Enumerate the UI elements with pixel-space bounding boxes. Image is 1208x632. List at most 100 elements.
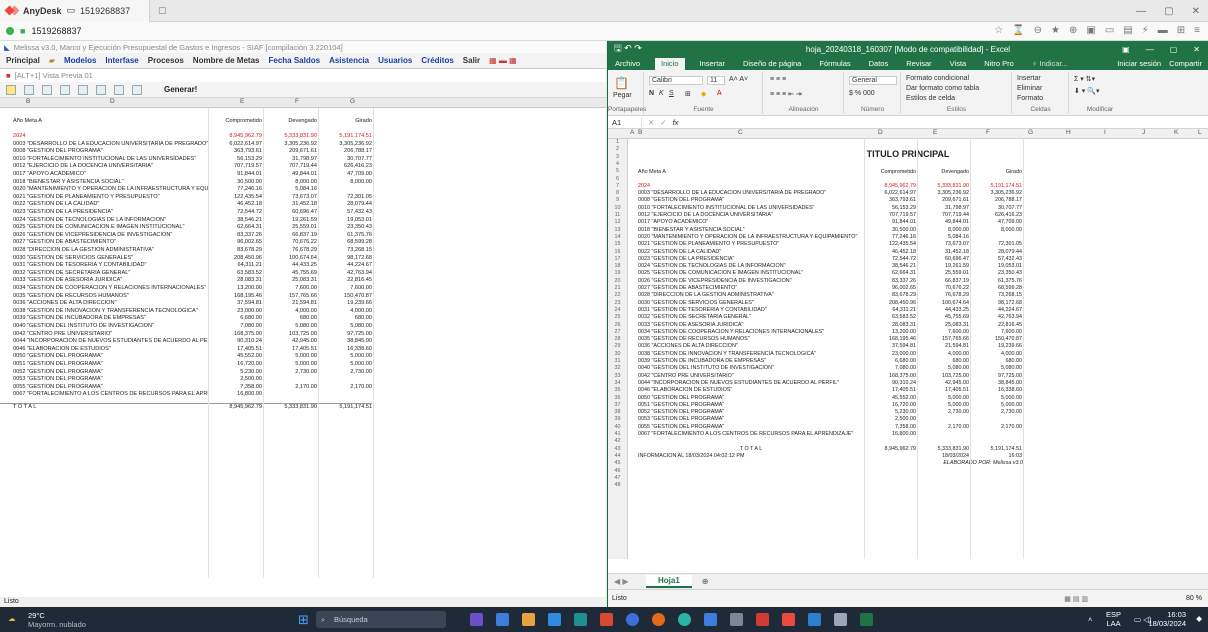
view-normal-icon[interactable]: ▦ ▤ ▥	[1064, 595, 1088, 603]
taskbar-app-icon[interactable]	[756, 613, 769, 626]
zoom-level[interactable]: 80 %	[1186, 595, 1202, 602]
taskbar-app-icon[interactable]	[496, 613, 509, 626]
menu-salir[interactable]: Salir	[463, 56, 480, 65]
fill-color-icon[interactable]: ◆	[701, 90, 706, 98]
taskbar-search[interactable]: ⌕ Búsqueda	[316, 611, 446, 628]
table-row[interactable]: 0038 "GESTION DE INNOVACION Y TRANSFEREN…	[608, 351, 1208, 358]
col-header[interactable]: G	[1028, 129, 1033, 136]
notification-icon[interactable]: ◆	[1196, 614, 1202, 623]
table-row[interactable]: 0028 "DIRECCION DE LA GESTION ADMINISTRA…	[608, 292, 1208, 299]
menu-icon[interactable]: ≡	[1194, 25, 1200, 36]
weather-widget[interactable]: 29°C Mayorm. nublado	[28, 611, 86, 629]
table-row[interactable]: 0044 "INCORPORACION DE NUEVOS ESTUDIANTE…	[608, 380, 1208, 387]
table-row[interactable]: 0031 "GESTION DE TESORERIA Y CONTABILIDA…	[608, 307, 1208, 314]
col-header[interactable]: J	[1142, 129, 1145, 136]
share-button[interactable]: Compartir	[1169, 59, 1202, 68]
table-row[interactable]: 0051 "GESTION DEL PROGRAMA" 16,720.00 5,00…	[608, 402, 1208, 409]
paste-icon[interactable]: 📋	[614, 76, 629, 90]
ribbon-display-icon[interactable]: ▣	[1122, 45, 1130, 54]
table-row[interactable]: 0042 "CENTRO PRE UNIVERSITARIO" 168,375.0…	[608, 373, 1208, 380]
menu-nombre-metas[interactable]: Nombre de Metas	[193, 56, 260, 65]
tray-lang[interactable]: ESP LAA	[1106, 610, 1121, 628]
menu-creditos[interactable]: Créditos	[421, 56, 453, 65]
table-row[interactable]: 0040 "GESTION DEL INSTITUTO DE INVESTIGA…	[608, 365, 1208, 372]
taskbar-app-icon[interactable]	[574, 613, 587, 626]
copy-icon[interactable]	[60, 84, 70, 95]
table-row[interactable]: 0020 "MANTENIMIENTO Y OPERACION DE LA IN…	[608, 234, 1208, 241]
taskbar-app-icon[interactable]	[548, 613, 561, 626]
sheet-nav-icon[interactable]: ◀ ▶	[614, 577, 629, 586]
col-header[interactable]: A	[630, 129, 634, 136]
table-row[interactable]: 0030 "GESTION DE SERVICIOS GENERALES" 208…	[608, 300, 1208, 307]
font-grow-icon[interactable]: A˄ A˅	[729, 76, 748, 83]
taskbar-app-icon[interactable]	[704, 613, 717, 626]
number-format-select[interactable]: General	[849, 76, 897, 85]
row-header[interactable]: 3	[608, 153, 628, 161]
expand-icon[interactable]	[24, 84, 34, 95]
settings-icon[interactable]: ⊞	[1177, 25, 1185, 36]
table-row[interactable]: 0026 "GESTION DE VICEPRESIDENCIA DE INVE…	[608, 278, 1208, 285]
cell-styles-button[interactable]: Estilos de celda	[906, 95, 955, 102]
table-row[interactable]: 0010 "FORTALECIMIENTO INSTITUCIONAL DE L…	[608, 205, 1208, 212]
paste-button[interactable]: Pegar	[613, 92, 632, 99]
action-icon[interactable]: ⚡	[1142, 25, 1149, 36]
table-row[interactable]: 0024 "GESTION DE TECNOLOGIAS DE LA INFOR…	[608, 263, 1208, 270]
tab-archivo[interactable]: Archivo	[612, 59, 643, 70]
table-format-button[interactable]: Dar formato como tabla	[906, 85, 979, 92]
table-row[interactable]: 0008 "GESTION DEL PROGRAMA" 363,793.61 209…	[608, 197, 1208, 204]
font-size-select[interactable]: 11	[707, 76, 725, 85]
row-header[interactable]: 46	[608, 467, 628, 475]
taskbar-app-icon[interactable]	[834, 613, 847, 626]
row-header[interactable]: 42	[608, 438, 628, 446]
close-icon[interactable]: ✕	[1192, 6, 1200, 17]
table-row[interactable]: 0052 "GESTION DEL PROGRAMA" 5,230.00 2,730…	[608, 409, 1208, 416]
row-header[interactable]: 4	[608, 160, 628, 169]
table-row[interactable]: 0033 "GESTION DE ASESORIA JURIDICA" 28,08…	[608, 322, 1208, 329]
table-row[interactable]: 0021 "GESTION DE PLANEAMIENTO Y PRESUPUE…	[608, 241, 1208, 248]
excel-minimize-icon[interactable]: —	[1146, 45, 1154, 54]
col-header[interactable]: I	[1104, 129, 1106, 136]
taskbar-app-icon[interactable]	[626, 613, 639, 626]
autosum-icon[interactable]: Σ ▾ ⇅▾	[1074, 75, 1095, 83]
taskbar-app-icon[interactable]	[730, 613, 743, 626]
taskbar-app-icon[interactable]	[860, 613, 873, 626]
col-header[interactable]: D	[878, 129, 883, 136]
screens-icon[interactable]: ▣	[1086, 25, 1095, 36]
menu-interfase[interactable]: Interfase	[105, 56, 138, 65]
generar-button[interactable]: Generar!	[164, 85, 197, 94]
excel-save-icon[interactable]: 🖫 ↶ ↷	[614, 41, 642, 57]
history-icon[interactable]: ⌛	[1012, 25, 1024, 36]
row-header[interactable]: 6	[608, 175, 628, 183]
table-row[interactable]: 0003 "DESARROLLO DE LA EDUCACION UNIVERS…	[608, 190, 1208, 197]
excel-maximize-icon[interactable]: ▢	[1170, 45, 1178, 54]
star-icon[interactable]: ★	[1051, 25, 1060, 36]
font-name-select[interactable]: Calibri	[649, 76, 703, 85]
table-icon[interactable]	[132, 84, 142, 95]
percent-icon[interactable]: $ % 000	[849, 90, 875, 97]
table-row[interactable]: 0023 "GESTION DE LA PRESIDENCIA" 72,544.7…	[608, 256, 1208, 263]
sort-icon[interactable]	[42, 84, 52, 95]
keyboard-icon[interactable]: ▭	[1105, 25, 1114, 36]
menu-usuarios[interactable]: Usuarios	[378, 56, 412, 65]
menu-fecha-saldos[interactable]: Fecha Saldos	[268, 56, 320, 65]
delete-cells-button[interactable]: Eliminar	[1017, 85, 1042, 92]
tab-nitro[interactable]: Nitro Pro	[981, 59, 1017, 70]
row-header[interactable]: 2	[608, 146, 628, 154]
table-row[interactable]: 0046 "ELABORACION DE ESTUDIOS" 17,405.51 1…	[608, 387, 1208, 394]
col-header[interactable]: H	[1066, 129, 1071, 136]
taskbar-app-icon[interactable]	[808, 613, 821, 626]
table-row[interactable]: 0027 "GESTION DE ABASTECIMIENTO" 96,002.6…	[608, 285, 1208, 292]
menu-asistencia[interactable]: Asistencia	[329, 56, 369, 65]
insert-cells-button[interactable]: Insertar	[1017, 75, 1041, 82]
menu-procesos[interactable]: Procesos	[148, 56, 184, 65]
row-header[interactable]: 47	[608, 474, 628, 483]
taskbar-app-icon[interactable]	[678, 613, 691, 626]
cond-format-button[interactable]: Formato condicional	[906, 75, 969, 82]
function-icon[interactable]: fx	[673, 118, 679, 127]
anydesk-session-tab[interactable]: AnyDesk ▭ 1519268837	[0, 0, 150, 22]
fill-icon[interactable]: ⬇ ▾ 🔍▾	[1074, 87, 1100, 95]
new-tab-icon[interactable]: ▢	[158, 5, 167, 16]
format-cells-button[interactable]: Formato	[1017, 95, 1043, 102]
worksheet-grid[interactable]: TITULO PRINCIPAL Año Meta A Comprometido…	[608, 139, 1208, 559]
tab-vista[interactable]: Vista	[947, 59, 970, 70]
